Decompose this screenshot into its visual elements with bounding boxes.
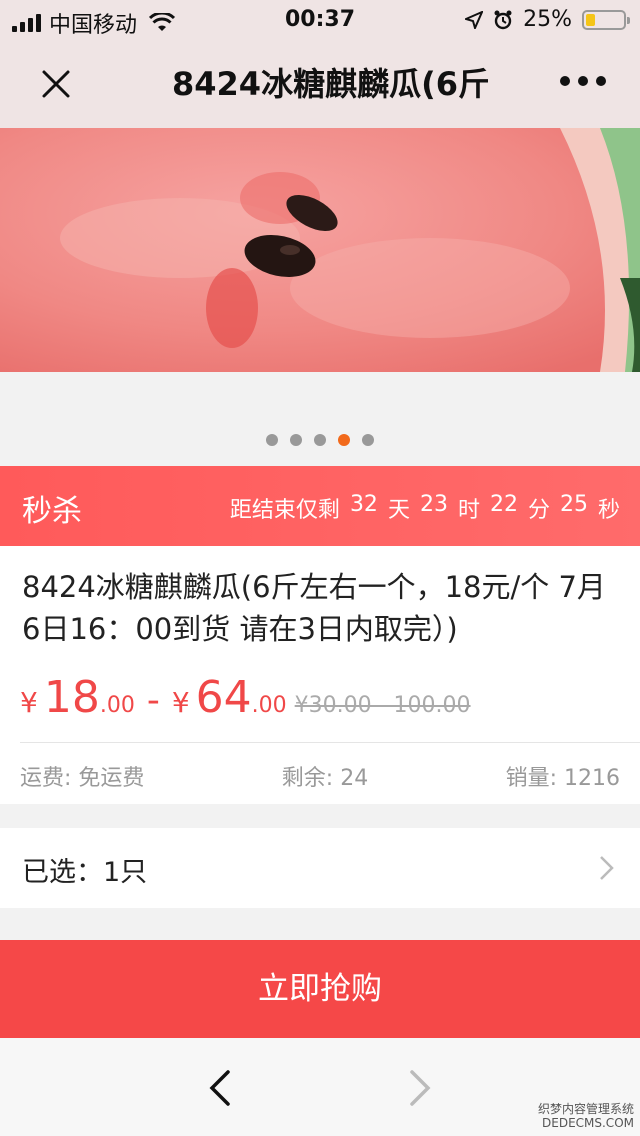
flash-sale-bar: 秒杀 距结束仅剩 32 天 23 时 22 分 25 秒 <box>0 466 640 546</box>
original-price: ¥30.00 - 100.00 <box>294 693 471 718</box>
browser-toolbar: 织梦内容管理系统 DEDECMS.COM <box>0 1038 640 1136</box>
product-image <box>0 128 640 372</box>
buy-now-button[interactable]: 立即抢购 <box>0 940 640 1038</box>
price-row: ¥ 18 .00 - ¥ 64 .00 ¥30.00 - 100.00 <box>20 672 620 728</box>
location-arrow-icon <box>465 10 484 29</box>
watermark-line1: 织梦内容管理系统 <box>537 1102 634 1116</box>
shipping-info: 运费: 免运费 <box>20 766 145 791</box>
product-meta: 运费: 免运费 剩余: 24 销量: 1216 <box>20 760 620 792</box>
selected-spec-row[interactable]: 已选：1只 <box>0 828 640 908</box>
selected-spec-label: 已选：1只 <box>22 857 148 888</box>
watermark: 织梦内容管理系统 DEDECMS.COM <box>538 1102 634 1130</box>
countdown-minutes-unit: 分 <box>527 498 550 523</box>
countdown-seconds: 25 <box>559 492 588 517</box>
price-separator: - <box>146 680 160 721</box>
more-icon[interactable] <box>560 76 606 86</box>
chevron-right-icon <box>600 856 614 880</box>
countdown-hours-unit: 时 <box>457 498 480 523</box>
carousel-dot[interactable] <box>338 434 350 446</box>
forward-arrow-icon[interactable] <box>404 1068 434 1108</box>
close-icon[interactable] <box>36 64 76 104</box>
countdown-prefix: 距结束仅剩 <box>229 498 340 523</box>
product-carousel[interactable] <box>0 128 640 466</box>
stock-remaining: 剩余: 24 <box>281 766 369 791</box>
countdown-days-unit: 天 <box>387 498 410 523</box>
countdown-days: 32 <box>349 492 378 517</box>
nav-bar: 8424冰糖麒麟瓜(6斤 <box>0 40 640 128</box>
countdown-minutes: 22 <box>489 492 518 517</box>
status-bar: 中国移动 00:37 25% <box>0 0 640 40</box>
currency-symbol: ¥ <box>20 686 38 719</box>
product-info: 8424冰糖麒麟瓜(6斤左右一个，18元/个 7月6日16：00到货 请在3日内… <box>0 546 640 804</box>
countdown-hours: 23 <box>419 492 448 517</box>
alarm-icon <box>494 10 512 29</box>
battery-level <box>586 13 595 26</box>
price-max-decimal: .00 <box>251 693 287 718</box>
sales-count: 销量: 1216 <box>505 766 620 791</box>
carousel-dot[interactable] <box>266 434 278 446</box>
divider <box>20 742 640 743</box>
countdown-seconds-unit: 秒 <box>597 498 620 523</box>
price-min-decimal: .00 <box>99 693 135 718</box>
status-right: 25% <box>465 7 630 32</box>
carousel-dots[interactable] <box>0 434 640 446</box>
carousel-dot[interactable] <box>362 434 374 446</box>
page-title: 8424冰糖麒麟瓜(6斤 <box>172 65 488 103</box>
battery-percent: 25% <box>523 7 572 32</box>
price-min-integer: 18 <box>43 672 100 723</box>
flash-sale-label: 秒杀 <box>22 494 82 529</box>
watermark-line2: DEDECMS.COM <box>542 1116 634 1130</box>
carousel-dot[interactable] <box>314 434 326 446</box>
battery-icon <box>582 9 630 30</box>
product-name: 8424冰糖麒麟瓜(6斤左右一个，18元/个 7月6日16：00到货 请在3日内… <box>22 570 606 646</box>
price-max-integer: 64 <box>195 672 252 723</box>
currency-symbol: ¥ <box>171 686 190 719</box>
countdown: 距结束仅剩 32 天 23 时 22 分 25 秒 <box>230 492 620 524</box>
carousel-dot[interactable] <box>290 434 302 446</box>
back-arrow-icon[interactable] <box>206 1068 236 1108</box>
